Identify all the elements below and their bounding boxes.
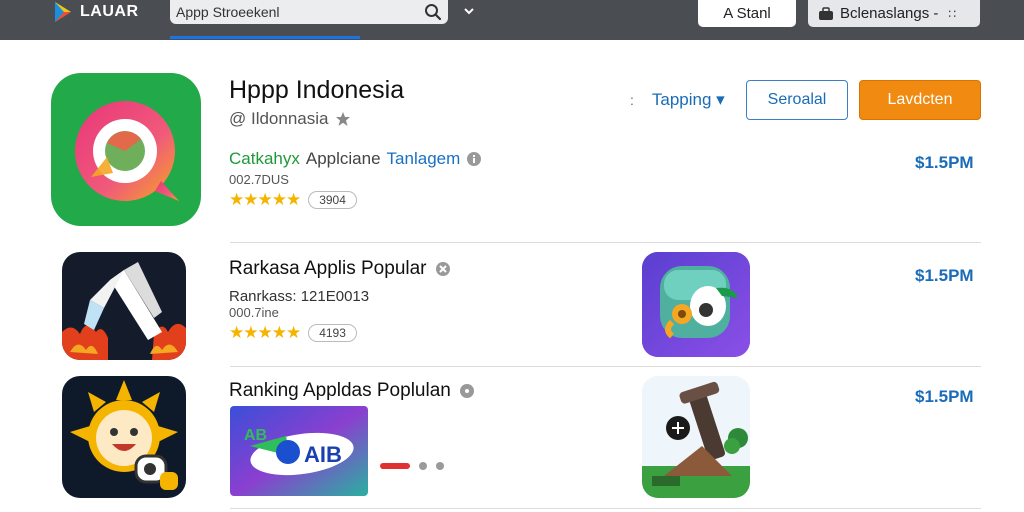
app-icon-cannon[interactable] — [642, 376, 750, 498]
divider — [230, 508, 981, 509]
rating-count-badge[interactable]: 4193 — [308, 324, 357, 342]
carousel-active-bar[interactable] — [380, 463, 410, 469]
row-price: $1.5PM — [915, 266, 974, 285]
carousel-indicator[interactable] — [380, 462, 444, 470]
language-label: Bclenaslangs - — [840, 5, 939, 22]
category-green[interactable]: Catkahyx — [229, 149, 300, 169]
tapping-label[interactable]: Tapping ▾ — [652, 90, 725, 110]
close-icon[interactable] — [435, 261, 451, 277]
row-title[interactable]: Rarkasa Applis Popular — [229, 258, 451, 280]
row-title[interactable]: Ranking Appldas Poplulan — [229, 380, 475, 402]
language-button[interactable]: Bclenaslangs - ∷ — [808, 0, 980, 27]
search-icon[interactable] — [418, 0, 448, 24]
info-icon[interactable] — [459, 383, 475, 399]
install-button[interactable]: Lavdcten — [859, 80, 981, 120]
featured-size: 002.7DUS — [229, 172, 289, 187]
category-blue[interactable]: Tanlagem — [387, 149, 461, 169]
category-gray[interactable]: Applciane — [306, 149, 381, 169]
featured-categories: Catkahyx Applciane Tanlagem — [229, 149, 482, 169]
rating-stars: ★★★★★ — [229, 323, 301, 342]
app-icon-bird[interactable] — [642, 252, 750, 357]
rating-count-badge[interactable]: 3904 — [308, 191, 357, 209]
rating-stars: ★★★★★ — [229, 190, 301, 209]
promo-banner[interactable]: AIB AB — [230, 406, 368, 496]
star-outline-icon[interactable] — [335, 111, 351, 127]
search-underline — [170, 36, 360, 39]
divider — [230, 366, 981, 367]
special-button[interactable]: Seroalal — [746, 80, 848, 120]
carousel-dot[interactable] — [419, 462, 427, 470]
tapping-dropdown[interactable]: : Tapping ▾ — [630, 90, 725, 110]
app-icon-sun[interactable] — [62, 376, 186, 498]
store-logo[interactable]: LAUAR — [52, 0, 139, 24]
featured-rating: ★★★★★ 3904 — [229, 190, 357, 210]
search-bar[interactable]: Appp Stroeekenl — [170, 0, 448, 24]
featured-app-icon[interactable] — [51, 73, 201, 226]
app-icon-rocket[interactable] — [62, 252, 186, 360]
chevron-down-icon[interactable] — [460, 4, 478, 18]
top-bar: LAUAR Appp Stroeekenl A Stanl Bclenaslan… — [0, 0, 1024, 40]
more-dots-icon[interactable]: : — [630, 92, 634, 108]
developer-name: @ Ildonnasia — [229, 109, 329, 128]
carousel-dot[interactable] — [436, 462, 444, 470]
row-size: 000.7ine — [229, 305, 279, 320]
featured-app-title[interactable]: Hppp Indonesia — [229, 76, 404, 105]
banner-letters: AB — [244, 427, 267, 444]
info-icon[interactable] — [466, 151, 482, 167]
logo-text: LAUAR — [80, 3, 139, 20]
row-rating: ★★★★★ 4193 — [229, 323, 357, 343]
row-title-text: Ranking Appldas Poplulan — [229, 380, 451, 401]
bag-icon — [819, 6, 833, 20]
featured-price: $1.5PM — [915, 153, 974, 172]
store-button[interactable]: A Stanl — [698, 0, 796, 27]
featured-developer[interactable]: @ Ildonnasia — [229, 109, 351, 129]
play-logo-icon — [55, 2, 71, 22]
search-input[interactable]: Appp Stroeekenl — [176, 4, 418, 20]
grid-icon[interactable]: ∷ — [948, 7, 957, 21]
row-price: $1.5PM — [915, 387, 974, 406]
banner-text: AIB — [304, 442, 342, 467]
divider — [230, 242, 981, 243]
row-subtitle: Ranrkass: 121E0013 — [229, 288, 370, 305]
row-title-text: Rarkasa Applis Popular — [229, 258, 427, 279]
